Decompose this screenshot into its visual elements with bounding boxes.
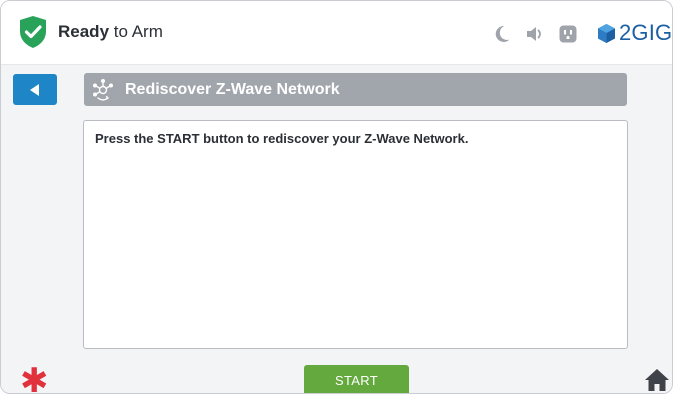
zwave-network-icon <box>93 78 114 101</box>
page-title-bar: Rediscover Z-Wave Network <box>84 73 627 106</box>
panel-screen: Ready to Arm 2GIG Rediscover Z-Wave Netw… <box>0 0 673 394</box>
start-button[interactable]: START <box>304 365 409 393</box>
home-icon[interactable] <box>644 368 670 392</box>
shield-check-icon[interactable] <box>18 15 48 49</box>
instruction-text: Press the START button to rediscover you… <box>95 131 469 146</box>
moon-icon[interactable] <box>492 24 512 44</box>
arm-status-bold: Ready <box>58 22 110 41</box>
emergency-star-icon[interactable]: ✱ <box>20 364 49 393</box>
brand-logo-text: 2GIG <box>619 20 673 45</box>
arm-status-text[interactable]: Ready to Arm <box>58 22 163 42</box>
status-bar: Ready to Arm 2GIG <box>1 1 672 65</box>
back-arrow-icon <box>30 83 39 96</box>
back-button[interactable] <box>13 74 57 105</box>
speaker-icon[interactable] <box>525 24 545 44</box>
arm-status-rest: to Arm <box>109 22 163 41</box>
main-content: Rediscover Z-Wave Network Press the STAR… <box>1 65 672 361</box>
brand-cube-icon <box>598 23 615 43</box>
brand-logo: 2GIG <box>597 20 672 46</box>
message-panel: Press the START button to rediscover you… <box>83 120 628 349</box>
page-title: Rediscover Z-Wave Network <box>125 80 340 98</box>
power-outlet-icon[interactable] <box>558 24 578 44</box>
bottom-bar: ✱ START <box>1 361 672 393</box>
